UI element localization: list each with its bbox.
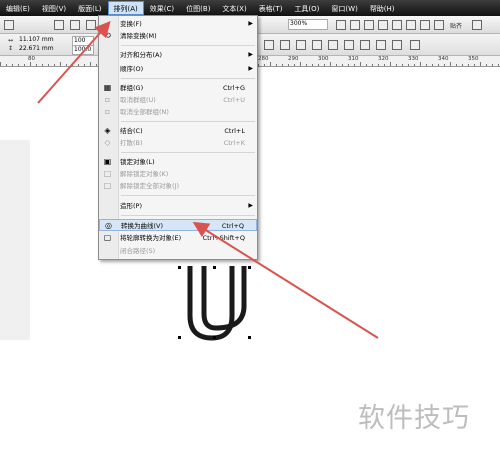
annotation-arrow: [37, 21, 111, 104]
annotation-arrow: [192, 221, 379, 339]
annotation-layer: [37, 21, 379, 339]
watermark-text: 软件技巧: [358, 403, 470, 434]
